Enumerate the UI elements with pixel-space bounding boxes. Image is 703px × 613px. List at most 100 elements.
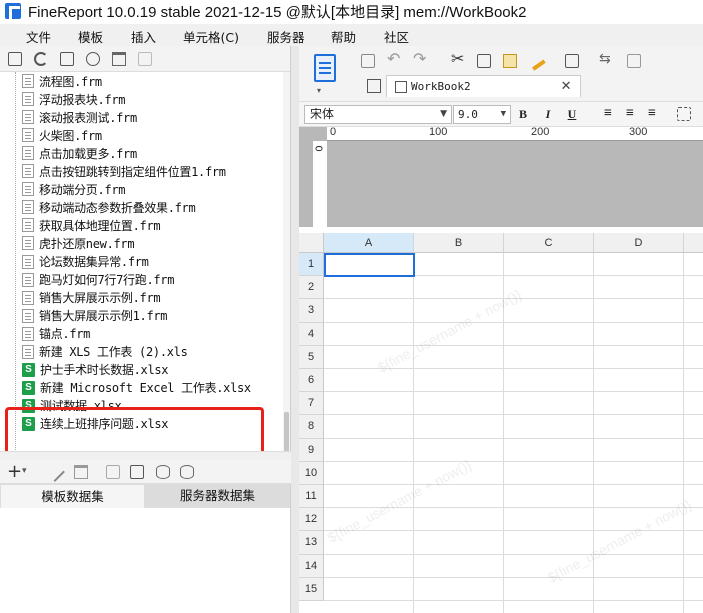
spreadsheet-grid[interactable]: A B C D 1 2 3 4 5 6 7 8 9 10 11 12 13 14 15 ${fine_username… (299, 233, 703, 613)
format-painter-icon[interactable] (526, 51, 546, 71)
select-all-corner[interactable] (299, 233, 324, 253)
paste-icon[interactable] (503, 54, 517, 68)
vertical-splitter[interactable] (291, 46, 299, 613)
row-header[interactable]: 14 (299, 554, 324, 578)
scrollbar-thumb[interactable] (284, 412, 289, 452)
row-header[interactable]: 3 (299, 299, 324, 323)
row-header[interactable]: 13 (299, 531, 324, 555)
align-left-icon[interactable]: ≡ (599, 105, 617, 123)
align-right-icon[interactable]: ≡ (643, 105, 661, 123)
file-name: 获取具体地理位置.frm (39, 218, 161, 233)
row-header[interactable]: 2 (299, 276, 324, 300)
file-list-item[interactable]: 锚点.frm (22, 325, 90, 343)
tab-server-dataset[interactable]: 服务器数据集 (145, 484, 290, 508)
panel-splitter[interactable] (0, 451, 291, 460)
chevron-down-icon[interactable]: ▾ (317, 86, 321, 95)
row-header[interactable]: 5 (299, 345, 324, 369)
file-list-item[interactable]: S 护士手术时长数据.xlsx (22, 361, 169, 379)
underline-button[interactable]: U (563, 105, 581, 123)
file-list-item[interactable]: S 新建 Microsoft Excel 工作表.xlsx (22, 379, 251, 397)
tab-template-dataset[interactable]: 模板数据集 (0, 484, 145, 508)
save-icon[interactable] (361, 54, 375, 68)
column-header[interactable]: B (414, 233, 504, 253)
file-list-item[interactable]: 获取具体地理位置.frm (22, 216, 161, 234)
open-template-icon[interactable] (60, 52, 74, 66)
file-list-item[interactable]: 流程图.frm (22, 72, 102, 90)
menu-community[interactable]: 社区 (384, 27, 409, 46)
column-header[interactable]: D (594, 233, 684, 253)
close-icon[interactable]: ✕ (561, 79, 572, 94)
add-dataset-icon[interactable]: + (7, 461, 22, 482)
file-list-item[interactable]: 新建 XLS 工作表 (2).xls (22, 343, 188, 361)
row-header[interactable]: 10 (299, 461, 324, 485)
font-family-select[interactable]: 宋体 ▼ (304, 105, 452, 124)
grid-line (324, 344, 703, 346)
column-header[interactable]: C (504, 233, 594, 253)
file-list-item[interactable]: 火柴图.frm (22, 126, 102, 144)
template-list-scrollbar[interactable] (283, 72, 290, 462)
row-header[interactable]: 15 (299, 577, 324, 601)
file-list-item[interactable]: 跑马灯如何7行7行跑.frm (22, 271, 174, 289)
file-list-item[interactable]: 虎扑还原new.frm (22, 234, 135, 252)
row-header[interactable]: 11 (299, 485, 324, 509)
file-list-item[interactable]: 论坛数据集异常.frm (22, 253, 149, 271)
tab-workbook2[interactable]: WorkBook2 ✕ (386, 75, 581, 97)
file-list-item[interactable]: 销售大屏展示示例1.frm (22, 307, 168, 325)
file-name: 新建 Microsoft Excel 工作表.xlsx (40, 381, 251, 396)
row-header[interactable]: 12 (299, 508, 324, 532)
cut-icon[interactable]: ✂ (451, 51, 465, 67)
preview-icon[interactable] (627, 54, 641, 68)
dataset-view-icon[interactable] (130, 465, 144, 479)
edit-icon[interactable] (45, 462, 65, 482)
align-center-icon[interactable]: ≡ (621, 105, 639, 123)
settings-icon[interactable] (86, 52, 100, 66)
row-header[interactable]: 8 (299, 415, 324, 439)
menu-help[interactable]: 帮助 (331, 27, 356, 46)
border-icon[interactable] (677, 107, 691, 121)
grid-line (324, 576, 703, 578)
editor-panel: ▾ ↶ ↷ ✂ ⇆ WorkBook2 ✕ 宋体 ▼ 9.0 ▼ B I U ≡… (299, 46, 703, 613)
menu-file[interactable]: 文件 (26, 27, 51, 46)
column-header[interactable] (684, 233, 703, 253)
chevron-down-icon[interactable]: ▾ (22, 466, 27, 476)
grid-line (324, 553, 703, 555)
row-header[interactable]: 1 (299, 253, 324, 277)
file-list-item[interactable]: 浮动报表块.frm (22, 90, 126, 108)
database-icon[interactable] (156, 465, 170, 479)
file-name: 流程图.frm (39, 74, 102, 89)
sheet-grid-icon[interactable] (367, 79, 381, 93)
menu-server[interactable]: 服务器 (267, 27, 305, 46)
menu-bar: 文件 模板 插入 单元格(C) 服务器 帮助 社区 (0, 24, 703, 46)
italic-button[interactable]: I (539, 105, 557, 123)
bold-button[interactable]: B (514, 105, 532, 123)
redo-icon[interactable]: ↷ (413, 51, 427, 67)
template-type-icon[interactable] (314, 54, 336, 82)
row-header[interactable]: 4 (299, 322, 324, 346)
font-size-select[interactable]: 9.0 ▼ (453, 105, 511, 124)
file-list-item[interactable]: 销售大屏展示示例.frm (22, 289, 161, 307)
file-list-item[interactable]: 点击按钮跳转到指定组件位置1.frm (22, 162, 226, 180)
row-header[interactable]: 7 (299, 392, 324, 416)
database-settings-icon[interactable] (180, 465, 194, 479)
find-icon[interactable] (565, 54, 579, 68)
menu-template[interactable]: 模板 (78, 27, 103, 46)
file-list-item[interactable]: 移动端分页.frm (22, 180, 126, 198)
swap-icon[interactable]: ⇆ (599, 52, 613, 66)
copy-icon[interactable] (477, 54, 491, 68)
delete-icon[interactable] (112, 52, 126, 66)
active-cell-a1[interactable] (324, 253, 415, 277)
file-list-item[interactable]: 点击加载更多.frm (22, 144, 137, 162)
row-header[interactable]: 9 (299, 438, 324, 462)
delete-dataset-icon[interactable] (74, 465, 88, 479)
undo-icon[interactable]: ↶ (387, 51, 401, 67)
refresh-icon[interactable] (34, 52, 48, 66)
column-header[interactable]: A (324, 233, 414, 253)
menu-cell[interactable]: 单元格(C) (183, 27, 239, 46)
row-header[interactable]: 6 (299, 369, 324, 393)
file-list-item[interactable]: 移动端动态参数折叠效果.frm (22, 198, 196, 216)
new-folder-icon[interactable] (8, 52, 22, 66)
file-list-item[interactable]: 滚动报表测试.frm (22, 108, 137, 126)
copy-icon[interactable] (138, 52, 152, 66)
preview-icon[interactable] (106, 465, 120, 479)
menu-insert[interactable]: 插入 (131, 27, 156, 46)
